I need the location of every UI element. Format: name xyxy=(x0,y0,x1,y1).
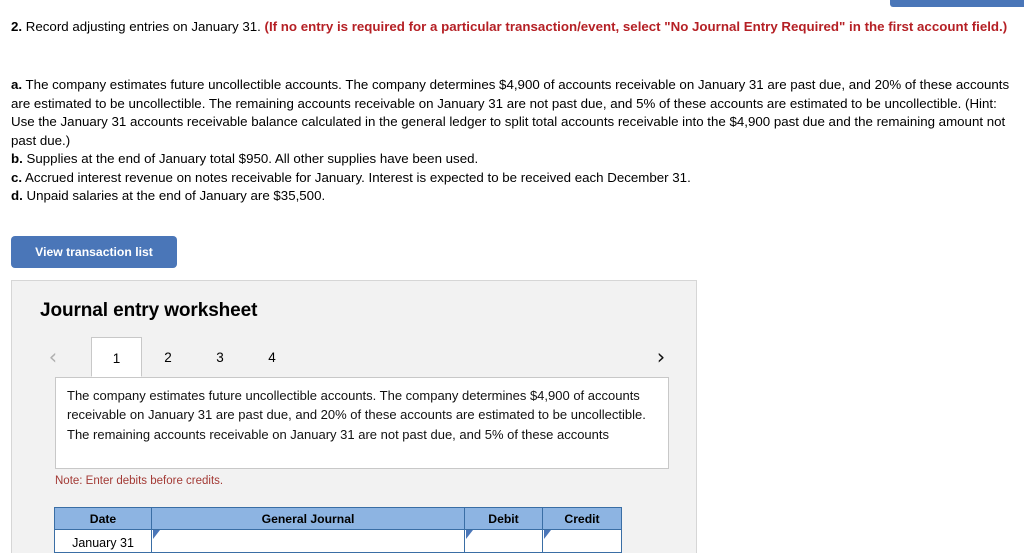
question-number: 2. xyxy=(11,19,23,34)
worksheet-title: Journal entry worksheet xyxy=(40,300,258,321)
requirement-label-a: a. xyxy=(11,77,23,92)
requirements-list: a. The company estimates future uncollec… xyxy=(11,76,1013,206)
journal-entry-table: Date General Journal Debit Credit Januar… xyxy=(54,507,622,553)
cell-date: January 31 xyxy=(54,529,152,553)
cell-credit[interactable] xyxy=(542,529,622,553)
requirement-item-b: b. Supplies at the end of January total … xyxy=(11,150,1013,169)
dropdown-marker-icon[interactable] xyxy=(544,530,551,539)
requirement-item-a: a. The company estimates future uncollec… xyxy=(11,76,1013,150)
worksheet-tab-2[interactable]: 2 xyxy=(142,337,194,377)
journal-table-header-row: Date General Journal Debit Credit xyxy=(54,507,622,530)
worksheet-tab-4[interactable]: 4 xyxy=(246,337,298,377)
view-transaction-list-button[interactable]: View transaction list xyxy=(11,236,177,268)
debits-before-credits-note: Note: Enter debits before credits. xyxy=(55,475,224,487)
question-red-note: (If no entry is required for a particula… xyxy=(264,19,1008,34)
journal-entry-worksheet-panel: Journal entry worksheet ‹ 1 2 3 4 › The … xyxy=(11,280,697,553)
dropdown-marker-icon[interactable] xyxy=(466,530,473,539)
requirement-label-b: b. xyxy=(11,151,23,166)
requirement-text-a: The company estimates future uncollectib… xyxy=(11,77,1010,148)
column-header-debit: Debit xyxy=(464,507,543,530)
general-journal-input[interactable] xyxy=(152,530,464,552)
requirement-item-c: c. Accrued interest revenue on notes rec… xyxy=(11,169,1013,188)
requirement-label-c: c. xyxy=(11,169,23,185)
worksheet-tab-1[interactable]: 1 xyxy=(91,337,142,377)
cell-general-journal[interactable] xyxy=(151,529,465,553)
requirement-label-d: d. xyxy=(11,188,23,203)
column-header-date: Date xyxy=(54,507,152,530)
requirement-item-d: d. Unpaid salaries at the end of January… xyxy=(11,187,1013,206)
transaction-description-box: The company estimates future uncollectib… xyxy=(55,377,669,469)
requirement-text-b: Supplies at the end of January total $95… xyxy=(22,151,479,166)
cell-debit[interactable] xyxy=(464,529,543,553)
column-header-general-journal: General Journal xyxy=(151,507,465,530)
top-partial-button[interactable] xyxy=(890,0,1024,7)
chevron-right-icon[interactable]: › xyxy=(650,345,672,369)
worksheet-tab-strip: ‹ 1 2 3 4 › xyxy=(12,337,696,377)
chevron-left-icon[interactable]: ‹ xyxy=(42,345,64,369)
cell-date-text: January 31 xyxy=(72,535,134,550)
question-text: Record adjusting entries on January 31. xyxy=(22,19,265,34)
dropdown-marker-icon[interactable] xyxy=(153,530,160,539)
question-statement: 2. Record adjusting entries on January 3… xyxy=(11,18,1013,37)
credit-input[interactable] xyxy=(543,530,621,552)
table-row: January 31 xyxy=(54,529,622,553)
worksheet-tab-3[interactable]: 3 xyxy=(194,337,246,377)
debit-input[interactable] xyxy=(465,530,542,552)
requirement-text-c: Accrued interest revenue on notes receiv… xyxy=(22,169,691,185)
column-header-credit: Credit xyxy=(542,507,622,530)
requirement-text-d: Unpaid salaries at the end of January ar… xyxy=(22,188,326,203)
